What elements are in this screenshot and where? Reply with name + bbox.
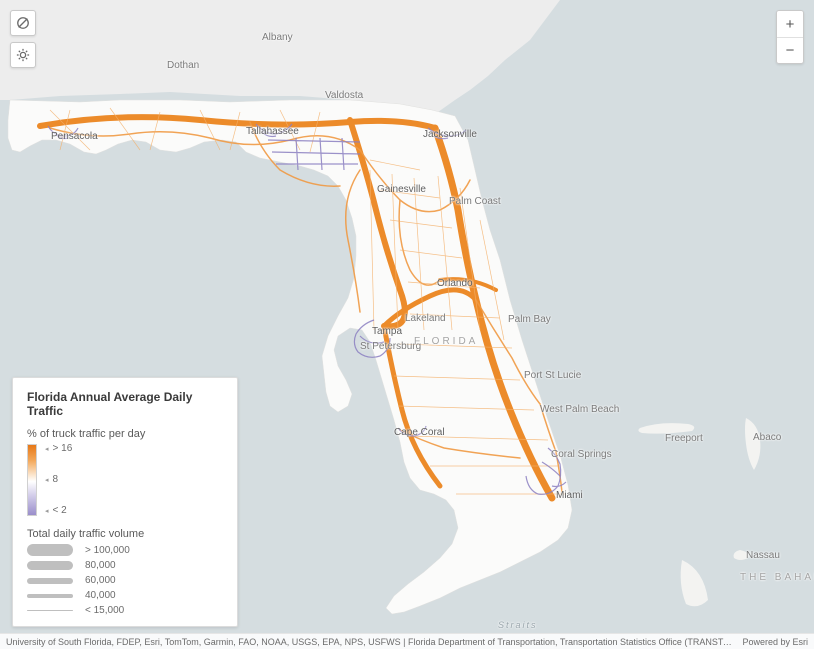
size-label: < 15,000 (85, 605, 124, 616)
land-georgia-alabama (0, 0, 560, 112)
island-abaco (745, 418, 760, 470)
globe-crossed-icon (16, 16, 30, 30)
legend-panel: Florida Annual Average Daily Traffic % o… (12, 377, 238, 627)
size-label: 60,000 (85, 575, 116, 586)
island-andros (681, 560, 708, 606)
size-symbol (27, 544, 73, 556)
attribution-esri-link[interactable]: Powered by Esri (734, 637, 808, 647)
attribution-bar: University of South Florida, FDEP, Esri,… (0, 633, 814, 649)
size-label: 40,000 (85, 590, 116, 601)
size-legend-rows: > 100,000 80,000 60,000 40,000 < 15,000 (27, 544, 223, 616)
size-symbol (27, 578, 73, 584)
island-grand-bahama (638, 423, 694, 434)
sun-icon (16, 48, 30, 62)
legend-color-subtitle: % of truck traffic per day (27, 428, 223, 440)
zoom-controls: + − (776, 10, 804, 64)
color-ramp-labels: ◂> 16 ◂8 ◂< 2 (43, 444, 72, 516)
basemap-selector-button[interactable] (10, 10, 36, 36)
attribution-sources: University of South Florida, FDEP, Esri,… (6, 637, 734, 647)
size-symbol (27, 561, 73, 570)
daylight-button[interactable] (10, 42, 36, 68)
size-legend-row: 80,000 (27, 560, 223, 571)
color-ramp (27, 444, 37, 516)
size-legend-row: 60,000 (27, 575, 223, 586)
size-legend-row: 40,000 (27, 590, 223, 601)
size-symbol (27, 594, 73, 598)
island-new-providence (734, 550, 749, 560)
size-label: > 100,000 (85, 545, 130, 556)
map-tools (10, 10, 36, 68)
size-legend-row: > 100,000 (27, 544, 223, 556)
size-symbol (27, 610, 73, 611)
size-legend-row: < 15,000 (27, 605, 223, 616)
size-label: 80,000 (85, 560, 116, 571)
legend-title: Florida Annual Average Daily Traffic (27, 390, 223, 418)
legend-size-subtitle: Total daily traffic volume (27, 528, 223, 540)
zoom-out-button[interactable]: − (777, 37, 803, 63)
zoom-in-button[interactable]: + (777, 11, 803, 37)
